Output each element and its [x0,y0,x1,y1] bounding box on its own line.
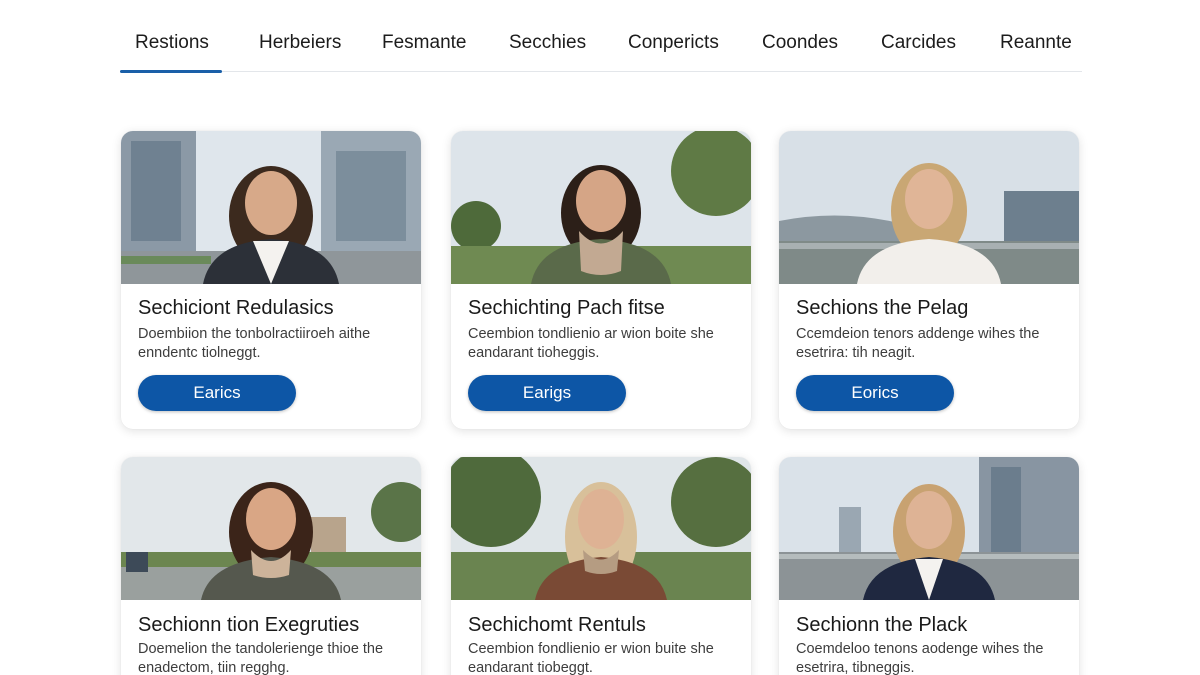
card-title: Sechiciont Redulasics [138,297,334,319]
card-action-button[interactable]: Earics [138,375,296,411]
tab-reannte[interactable]: Reannte [1000,32,1072,54]
card-description: Ceembion tondlienio ar wion boite she ea… [468,326,714,361]
tab-conperiots[interactable]: Conperiᴄts [628,32,719,54]
tab-fesmante[interactable]: Fesmante [382,32,466,54]
profile-card: Sechionn tion Exegruties Doemelion the t… [121,457,421,675]
card-action-button[interactable]: Eorics [796,375,954,411]
card-description: Ccemdeion tenors addenge wihes the esetr… [796,326,1040,361]
profile-card: Sechionn the Plack Coemdeloo tenons aode… [779,457,1079,675]
profile-card: Sechichting Pach fitse Ceembion tondlien… [451,131,751,429]
tab-restions[interactable]: Restions [135,32,209,54]
card-title: Sechichting Pach fitse [468,297,665,319]
card-action-button[interactable]: Earigs [468,375,626,411]
profile-card: Sechiciont Redulasics Doembiion the tonb… [121,131,421,429]
profile-card: Sechichomt Rentuls Ceembion fondlienio e… [451,457,751,675]
profile-photo [779,131,1079,284]
card-title: Sechionn tion Exegruties [138,614,360,636]
tab-coondes[interactable]: Coondes [762,32,838,54]
card-description: Ceembion fondlienio er wion buite she ea… [468,641,714,675]
card-description: Doemelion the tandolerienge thioe the en… [138,641,384,675]
tab-carcides[interactable]: Carcides [881,32,956,54]
tab-herbeiers[interactable]: Herbeiers [259,32,341,54]
tab-bar: Restions Herbeiers Fesmante Secchies Con… [120,18,1082,73]
profile-photo [779,457,1079,600]
card-title: Sechichomt Rentuls [468,614,646,636]
card-title: Sechions the Pelag [796,297,969,319]
profile-card: Sechions the Pelag Ccemdeion tenors adde… [779,131,1079,429]
profile-photo [451,457,751,600]
card-title: Sechionn the Plack [796,614,968,636]
card-description: Coemdeloo tenons aodenge wihes the esetr… [796,641,1044,675]
tab-secchies[interactable]: Secchies [509,32,586,54]
profile-photo [121,457,421,600]
card-description: Doembiion the tonbolractiiroeh aithe enn… [138,326,371,361]
profile-photo [451,131,751,284]
active-tab-indicator [120,70,222,73]
profile-photo [121,131,421,284]
